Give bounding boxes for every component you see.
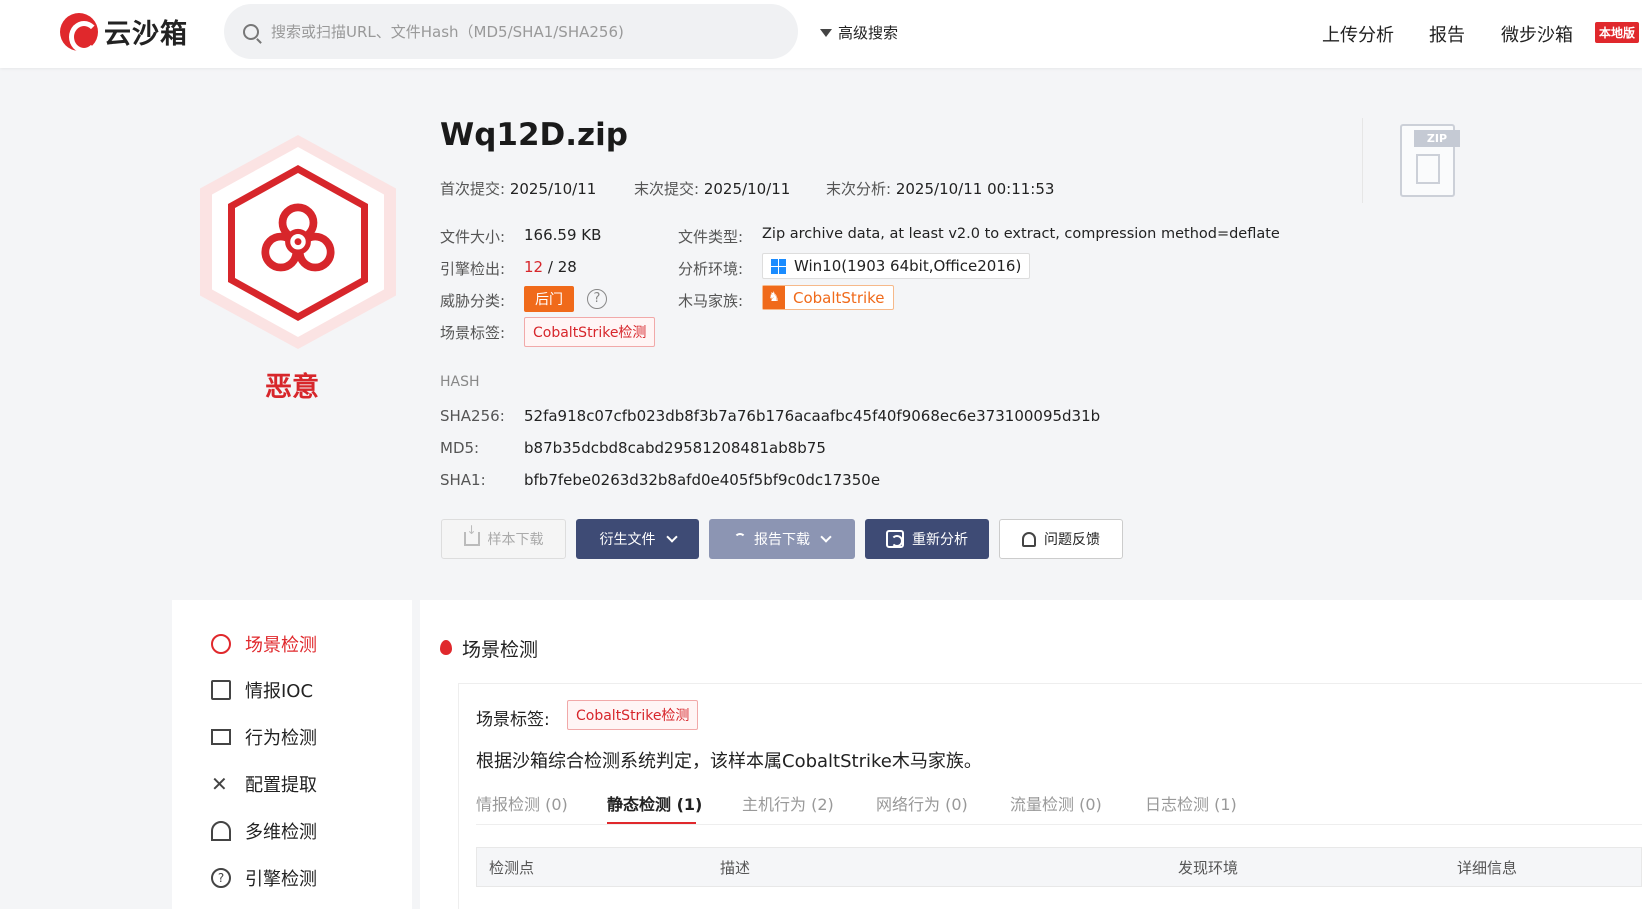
trojan-horse-icon: ♞ (763, 286, 785, 309)
logo-mark-icon (60, 12, 99, 53)
tab-network-behavior[interactable]: 网络行为 (0) (876, 791, 968, 815)
type-value: Zip archive data, at least v2.0 to extra… (762, 226, 1280, 242)
edit-icon (211, 680, 231, 700)
size-label: 文件大小: (440, 228, 506, 246)
type-label: 文件类型: (678, 228, 744, 246)
sidebar-item-intel-ioc[interactable]: 情报IOC (211, 677, 313, 703)
md5-label: MD5: (440, 439, 480, 457)
flame-icon (440, 640, 452, 655)
search-icon (243, 23, 259, 40)
radar-icon (211, 821, 231, 841)
tab-traffic-detection[interactable]: 流量检测 (0) (1010, 791, 1102, 815)
top-bar: 云沙箱 高级搜索 上传分析 报告 微步沙箱 本地版 (0, 0, 1642, 68)
filter-icon (820, 28, 832, 37)
sha1-label: SHA1: (440, 471, 486, 489)
sha256-label: SHA256: (440, 407, 505, 425)
col-checkpoint: 检测点 (489, 859, 535, 877)
sidebar-item-engine[interactable]: ? 引擎检测 (211, 865, 317, 891)
chevron-down-icon (820, 531, 832, 543)
tab-host-behavior[interactable]: 主机行为 (2) (742, 791, 834, 815)
last-analysis: 末次分析: 2025/10/11 00:11:53 (826, 180, 1055, 198)
nav-upload-analysis[interactable]: 上传分析 (1322, 21, 1394, 47)
report-download-button[interactable]: 报告下载 (709, 519, 855, 559)
first-submit: 首次提交: 2025/10/11 (440, 180, 597, 198)
loading-icon (734, 533, 746, 545)
file-name: Wq12D.zip (440, 117, 628, 153)
env-label: 分析环境: (678, 260, 744, 278)
sha1-value[interactable]: bfb7febe0263d32b8afd0e405f5bf9c0dc17350e (524, 471, 880, 489)
sidebar-item-multi-dimension[interactable]: 多维检测 (211, 818, 317, 844)
sidebar-item-config-extract[interactable]: ✕ 配置提取 (211, 771, 317, 797)
tools-icon: ✕ (211, 772, 228, 796)
nav-step-sandbox[interactable]: 微步沙箱 (1501, 21, 1573, 47)
scene-tag-label: 场景标签: (476, 710, 550, 730)
col-environment: 发现环境 (1178, 859, 1239, 877)
advanced-search-label: 高级搜索 (838, 24, 899, 42)
env-value: Win10(1903 64bit,Office2016) (762, 253, 1031, 279)
size-value: 166.59 KB (524, 226, 602, 244)
engine-label: 引擎检出: (440, 260, 506, 278)
sidebar-item-behavior[interactable]: 行为检测 (211, 724, 317, 750)
threat-label: 威胁分类: (440, 292, 506, 310)
logo[interactable]: 云沙箱 (60, 12, 188, 53)
md5-value[interactable]: b87b35dcbd8cabd29581208481ab8b75 (524, 439, 826, 457)
threat-tag: 后门 (524, 286, 574, 312)
question-circle-icon: ? (211, 868, 231, 888)
last-submit: 末次提交: 2025/10/11 (634, 180, 791, 198)
scene-tag[interactable]: CobaltStrike检测 (524, 317, 656, 347)
refresh-icon (886, 530, 904, 548)
col-description: 描述 (720, 859, 751, 877)
search-bar[interactable] (224, 4, 798, 59)
monitor-icon (211, 729, 231, 745)
active-tab-indicator (607, 822, 696, 824)
verdict-hexagon (200, 135, 396, 349)
biohazard-icon (261, 203, 335, 272)
sample-download-button[interactable]: 样本下载 (441, 519, 566, 559)
derived-files-button[interactable]: 衍生文件 (576, 519, 699, 559)
chevron-down-icon (665, 531, 678, 543)
section-title: 场景检测 (462, 639, 539, 661)
divider (1362, 118, 1363, 203)
hash-heading: HASH (440, 374, 480, 390)
help-icon[interactable]: ? (587, 289, 607, 309)
reanalyze-button[interactable]: 重新分析 (865, 519, 989, 559)
tab-log-detection[interactable]: 日志检测 (1) (1145, 791, 1237, 815)
advanced-search-button[interactable]: 高级搜索 (820, 22, 898, 43)
zip-file-icon: ZIP (1400, 124, 1460, 197)
scene-detail-tag[interactable]: CobaltStrike检测 (567, 700, 699, 730)
tab-static-detection[interactable]: 静态检测 (1) (607, 791, 702, 815)
family-label: 木马家族: (678, 292, 744, 310)
verdict-label: 恶意 (265, 372, 319, 403)
bell-icon (1022, 531, 1036, 547)
feedback-button[interactable]: 问题反馈 (999, 519, 1123, 559)
tab-intel-detection[interactable]: 情报检测 (0) (476, 791, 568, 815)
target-icon (211, 634, 231, 654)
sidebar-item-scene-detection[interactable]: 场景检测 (211, 631, 317, 657)
scene-description: 根据沙箱综合检测系统判定，该样本属CobaltStrike木马家族。 (476, 751, 982, 772)
download-icon (463, 523, 480, 546)
search-input[interactable] (271, 22, 771, 41)
nav-reports[interactable]: 报告 (1429, 21, 1465, 47)
windows-icon (771, 258, 786, 274)
logo-text: 云沙箱 (104, 19, 188, 50)
family-tag[interactable]: ♞ CobaltStrike (762, 285, 894, 310)
engine-value: 12 / 28 (524, 258, 577, 276)
sha256-value[interactable]: 52fa918c07cfb023db8f3b7a76b176acaafbc45f… (524, 407, 1100, 425)
local-version-badge: 本地版 (1595, 22, 1640, 43)
tab-divider (476, 824, 1642, 825)
scene-label: 场景标签: (440, 324, 506, 342)
col-details: 详细信息 (1457, 859, 1518, 877)
